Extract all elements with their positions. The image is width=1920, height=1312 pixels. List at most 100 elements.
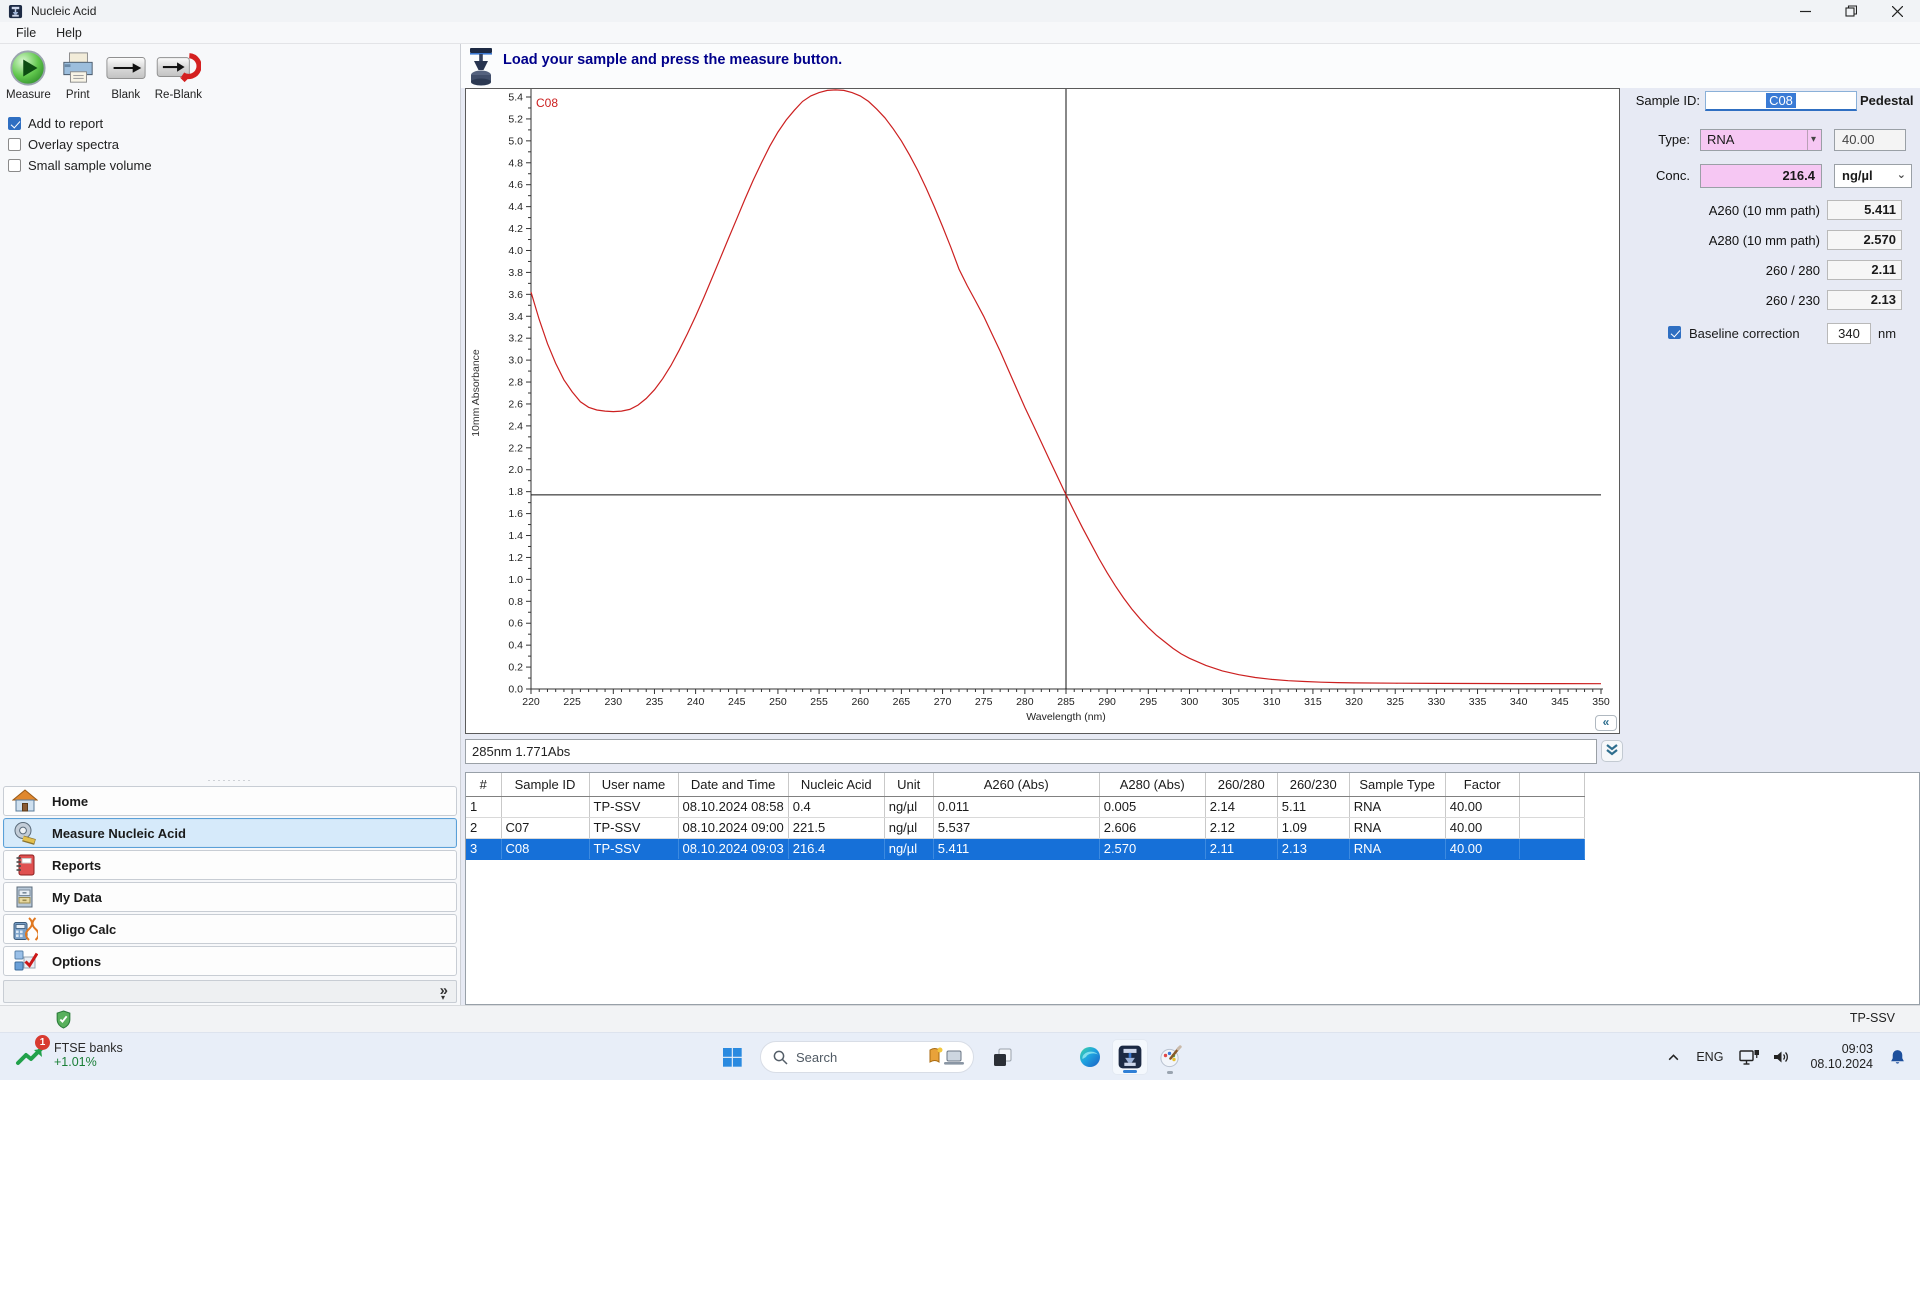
- minimize-button[interactable]: [1782, 0, 1828, 22]
- collapse-axis-button[interactable]: «: [1595, 715, 1617, 731]
- checkbox-overlay-spectra[interactable]: Overlay spectra: [8, 134, 152, 155]
- sample-id-input[interactable]: C08: [1705, 91, 1857, 111]
- table-cell: 2.12: [1205, 817, 1278, 839]
- table-cell: ng/µl: [884, 796, 934, 818]
- search-placeholder: Search: [796, 1049, 838, 1065]
- svg-text:10mm Absorbance: 10mm Absorbance: [470, 349, 482, 437]
- column-header[interactable]: #: [466, 773, 502, 797]
- baseline-wavelength-field[interactable]: 340: [1827, 323, 1871, 344]
- column-header[interactable]: Factor: [1445, 773, 1520, 797]
- menu-file[interactable]: File: [6, 24, 46, 42]
- column-header[interactable]: User name: [589, 773, 679, 797]
- svg-text:5.0: 5.0: [508, 135, 523, 147]
- oligo-calc-icon: [12, 916, 40, 942]
- table-cell: ng/µl: [884, 838, 934, 860]
- svg-text:240: 240: [687, 696, 705, 708]
- table-row[interactable]: 3 C08 TP-SSV 08.10.2024 09:03 216.4 ng/µl 5.41…: [466, 838, 1585, 860]
- table-cell: 08.10.2024 08:58: [678, 796, 789, 818]
- column-header[interactable]: A260 (Abs): [933, 773, 1100, 797]
- type-select[interactable]: RNA ▾: [1700, 129, 1822, 151]
- svg-text:305: 305: [1222, 696, 1240, 708]
- svg-text:4.6: 4.6: [508, 179, 523, 191]
- checkbox-add-to-report[interactable]: Add to report: [8, 113, 152, 134]
- print-button[interactable]: Print: [55, 46, 101, 103]
- re-blank-button[interactable]: Re-Blank: [151, 46, 206, 103]
- sidebar-item-options[interactable]: Options: [3, 946, 457, 976]
- baseline-correction-checkbox[interactable]: [1668, 326, 1681, 339]
- menu-help[interactable]: Help: [46, 24, 92, 42]
- window-title: Nucleic Acid: [31, 4, 97, 18]
- volume-button[interactable]: [1772, 1049, 1790, 1065]
- nav-splitter-handle[interactable]: ·········: [0, 776, 460, 785]
- svg-text:1.0: 1.0: [508, 574, 523, 586]
- svg-text:345: 345: [1551, 696, 1569, 708]
- column-header[interactable]: Sample ID: [501, 773, 590, 797]
- table-cell: [501, 796, 590, 818]
- column-header[interactable]: 260/280: [1205, 773, 1278, 797]
- measure-button[interactable]: Measure: [2, 46, 55, 103]
- start-button[interactable]: [714, 1039, 750, 1075]
- metric-row: 260 / 230 2.13: [1620, 290, 1920, 312]
- sidebar-item-home[interactable]: Home: [3, 786, 457, 816]
- column-header[interactable]: 260/230: [1277, 773, 1350, 797]
- svg-text:2.4: 2.4: [508, 420, 523, 432]
- sidebar-item-my-data[interactable]: My Data: [3, 882, 457, 912]
- spectrum-chart[interactable]: 0.0 0.2 0.4 0.6 0.8 1.0 1.2 1.4 1.6 1.8 2.0 2.2 2.4 2…: [465, 88, 1620, 734]
- checkbox-small-sample-volume[interactable]: Small sample volume: [8, 155, 152, 176]
- table-cell: 5.537: [933, 817, 1100, 839]
- checkbox-box[interactable]: [8, 159, 21, 172]
- column-header[interactable]: A280 (Abs): [1099, 773, 1206, 797]
- notifications-button[interactable]: [1889, 1049, 1906, 1066]
- sidebar-nav: Home Measure Nucleic Acid Reports My Data Ol…: [3, 786, 457, 978]
- checkbox-label: Overlay spectra: [28, 137, 120, 152]
- blank-icon: [105, 48, 147, 88]
- checkbox-box[interactable]: [8, 138, 21, 151]
- sidebar-item-label: My Data: [52, 889, 102, 905]
- edge-browser-button[interactable]: [1072, 1039, 1108, 1075]
- conc-field[interactable]: 216.4: [1700, 164, 1822, 188]
- task-view-button[interactable]: [984, 1039, 1020, 1075]
- table-cell: TP-SSV: [589, 838, 679, 860]
- table-row[interactable]: 1 TP-SSV 08.10.2024 08:58 0.4 ng/µl 0.011 0.00…: [466, 796, 1585, 818]
- nucleic-acid-app-button[interactable]: [1112, 1039, 1148, 1075]
- svg-text:315: 315: [1304, 696, 1322, 708]
- tray-expand-button[interactable]: [1667, 1053, 1680, 1062]
- speaker-icon: [1774, 1051, 1789, 1063]
- language-indicator[interactable]: ENG: [1696, 1050, 1723, 1064]
- factor-field[interactable]: 40.00: [1834, 129, 1906, 151]
- table-row[interactable]: 2 C07 TP-SSV 08.10.2024 09:00 221.5 ng/µl 5.53…: [466, 817, 1585, 839]
- taskbar-tray: ENG 09:03 08.10.2024: [1661, 1033, 1912, 1081]
- column-header[interactable]: Sample Type: [1349, 773, 1446, 797]
- search-input[interactable]: Search: [760, 1041, 974, 1073]
- blank-button[interactable]: Blank: [101, 46, 151, 103]
- table-cell-filler: [1519, 796, 1585, 818]
- notification-bell-icon: [1891, 1049, 1904, 1064]
- column-header[interactable]: Nucleic Acid: [788, 773, 885, 797]
- sidebar-item-oligo-calc[interactable]: Oligo Calc: [3, 914, 457, 944]
- taskbar-widget[interactable]: 1 FTSE banks +1.01%: [14, 1035, 123, 1071]
- paint-app-button[interactable]: [1152, 1039, 1188, 1075]
- spectrum-plot[interactable]: 0.0 0.2 0.4 0.6 0.8 1.0 1.2 1.4 1.6 1.8 2.0 2.2 2.4 2…: [466, 89, 1619, 733]
- close-button[interactable]: [1874, 0, 1920, 22]
- clock[interactable]: 09:03 08.10.2024: [1810, 1042, 1873, 1072]
- sidebar-item-label: Oligo Calc: [52, 921, 117, 937]
- svg-text:0.8: 0.8: [508, 596, 523, 608]
- svg-text:275: 275: [975, 696, 993, 708]
- unit-select[interactable]: ng/µl ⌄: [1834, 164, 1912, 188]
- svg-text:225: 225: [563, 696, 581, 708]
- paint-app-icon: [1160, 1045, 1182, 1068]
- column-header[interactable]: Date and Time: [678, 773, 789, 797]
- svg-text:0.2: 0.2: [508, 662, 523, 674]
- sidebar-item-reports[interactable]: Reports: [3, 850, 457, 880]
- column-header[interactable]: Unit: [884, 773, 934, 797]
- table-cell: 2.11: [1205, 838, 1278, 860]
- table-cell: 0.011: [933, 796, 1100, 818]
- network-button[interactable]: [1739, 1049, 1760, 1066]
- edge-browser-icon: [1080, 1047, 1100, 1067]
- nav-configure-strip[interactable]: » ▾: [3, 980, 457, 1003]
- metric-row: A260 (10 mm path) 5.411: [1620, 200, 1920, 222]
- checkbox-box[interactable]: [8, 117, 21, 130]
- sidebar-item-measure-nucleic-acid[interactable]: Measure Nucleic Acid: [3, 818, 457, 848]
- restore-button[interactable]: [1828, 0, 1874, 22]
- svg-text:255: 255: [810, 696, 828, 708]
